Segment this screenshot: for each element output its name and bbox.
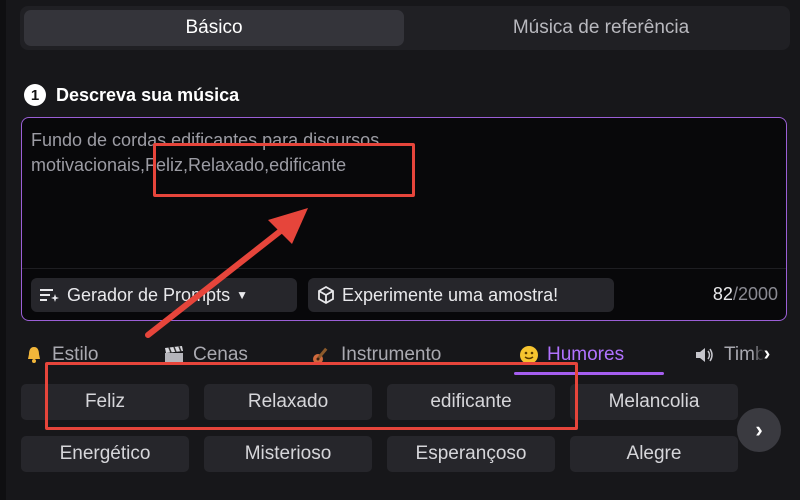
tab-humores[interactable]: Humores — [519, 340, 624, 370]
chevron-right-icon: › — [755, 417, 763, 442]
tab-cenas[interactable]: Cenas — [163, 340, 248, 370]
tab-instrumento-label: Instrumento — [341, 344, 442, 365]
speaker-icon — [696, 348, 713, 362]
section-title: 1 Descreva sua música — [24, 82, 239, 108]
step-number-badge: 1 — [24, 84, 46, 106]
counter-current: 82 — [712, 284, 733, 304]
category-tabs: Estilo Cenas Instrumento Humores › — [0, 336, 800, 376]
prompt-textarea[interactable]: Fundo de cordas edificantes para discurs… — [21, 117, 787, 321]
try-sample-label: Experimente uma amostra! — [342, 284, 559, 305]
tag-edificante[interactable]: edificante — [387, 384, 555, 420]
category-scroll-right-icon[interactable]: › — [752, 338, 782, 370]
tag-misterioso[interactable]: Misterioso — [204, 436, 372, 472]
clapperboard-icon — [165, 346, 183, 363]
chevron-down-icon: ▼ — [236, 288, 248, 302]
tab-estilo-label: Estilo — [52, 344, 99, 365]
tag-esperancoso[interactable]: Esperançoso — [387, 436, 555, 472]
tags-next-button[interactable]: › — [737, 408, 781, 452]
active-tab-underline — [514, 372, 664, 375]
left-panel-edge — [0, 0, 6, 500]
tag-energetico[interactable]: Energético — [21, 436, 189, 472]
tab-instrumento[interactable]: Instrumento — [311, 340, 441, 370]
smiley-icon — [520, 346, 538, 364]
tag-feliz[interactable]: Feliz — [21, 384, 189, 420]
section-title-text: Descreva sua música — [56, 84, 240, 105]
tab-basico[interactable]: Básico — [24, 10, 404, 46]
prompt-text[interactable]: Fundo de cordas edificantes para discurs… — [31, 128, 591, 178]
tag-relaxado[interactable]: Relaxado — [204, 384, 372, 420]
cube-icon — [318, 285, 334, 305]
prompt-divider — [22, 268, 786, 269]
tab-musica-de-referencia[interactable]: Música de referência — [416, 10, 786, 46]
tab-estilo[interactable]: Estilo — [24, 340, 98, 370]
mode-tabs: Básico Música de referência — [20, 6, 790, 50]
counter-max: /2000 — [732, 284, 778, 304]
character-counter: 82/2000 — [713, 284, 778, 305]
try-sample-button[interactable]: Experimente uma amostra! — [308, 278, 614, 312]
prompt-generator-label: Gerador de Prompts — [67, 284, 231, 305]
bell-icon — [28, 347, 40, 363]
prompt-generator-button[interactable]: Gerador de Prompts ▼ — [31, 278, 297, 312]
tag-melancolia[interactable]: Melancolia — [570, 384, 738, 420]
sparkle-list-icon — [40, 289, 59, 302]
tag-alegre[interactable]: Alegre — [570, 436, 738, 472]
tab-humores-label: Humores — [547, 344, 625, 365]
guitar-icon — [313, 347, 328, 364]
tab-cenas-label: Cenas — [193, 344, 248, 365]
